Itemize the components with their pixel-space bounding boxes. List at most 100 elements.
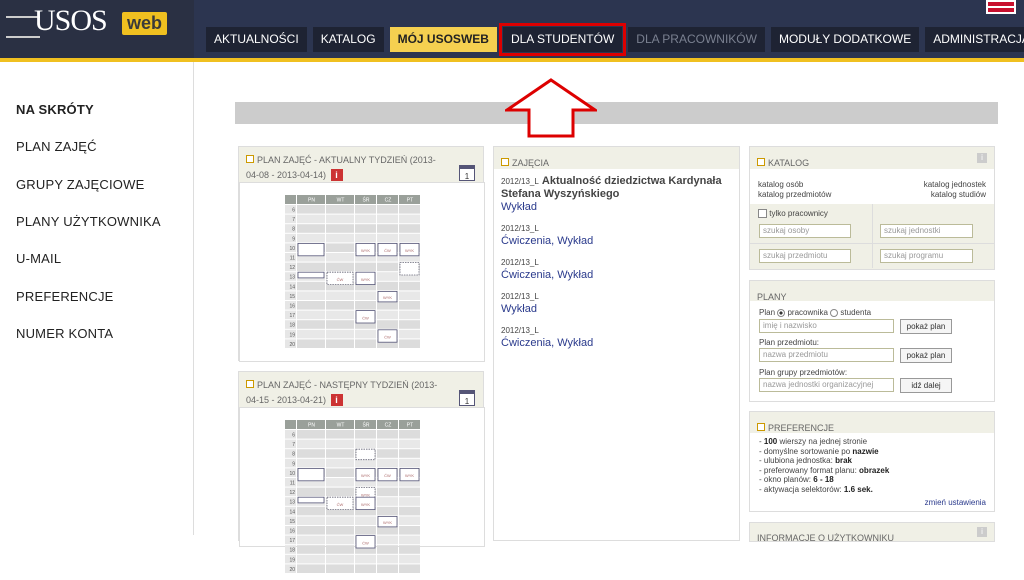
katalog-jednostek-link[interactable]: katalog jednostek bbox=[924, 180, 986, 190]
hour-label: 16 bbox=[289, 529, 295, 535]
day-label: PT bbox=[407, 423, 413, 429]
imie-nazwisko-input[interactable]: imię i nazwisko bbox=[759, 319, 894, 333]
studenta-radio[interactable] bbox=[830, 308, 839, 317]
preferencje-item: - domyślne sortowanie po nazwie bbox=[759, 446, 879, 456]
class-label: WYK bbox=[361, 277, 370, 282]
szukaj-jednostki-input[interactable]: szukaj jednostki bbox=[880, 224, 973, 238]
day-label: PN bbox=[308, 198, 315, 204]
zajecia-item: 2012/13_L Ćwiczenia, Wykład bbox=[501, 222, 733, 248]
tylko-pracownicy-checkbox[interactable] bbox=[758, 209, 767, 219]
katalog-przedmiotow-link[interactable]: katalog przedmiotów bbox=[758, 190, 831, 200]
hour-label: 18 bbox=[289, 548, 295, 554]
hour-label: 19 bbox=[289, 332, 295, 338]
pokaz-plan-button[interactable]: pokaż plan bbox=[900, 348, 952, 363]
class-label: ĆW bbox=[362, 540, 369, 545]
tab-moduly-dodatkowe[interactable]: MODUŁY DODATKOWE bbox=[770, 27, 920, 52]
katalog-studiow-link[interactable]: katalog studiów bbox=[924, 190, 986, 200]
sidebar-item-preferencje[interactable]: PREFERENCJE bbox=[16, 289, 114, 304]
tab-moj-usosweb[interactable]: MÓJ USOSWEB bbox=[389, 27, 497, 52]
class-label: ĆW bbox=[384, 473, 391, 478]
tylko-pracownicy-label: tylko pracownicy bbox=[769, 209, 828, 218]
schedule-grid[interactable]: PN WT ŚR CZ PT 6 7 8 9 10 11 12 13 14 15 16 17 18 19 20 WYK Ć… bbox=[285, 420, 443, 580]
box-icon bbox=[757, 157, 765, 166]
schedule-grid[interactable]: PN WT ŚR CZ PT 6 7 8 9 10 11 12 13 14 15 16 17 18 19 20 WYK Ć… bbox=[285, 195, 443, 355]
szukaj-osoby-input[interactable]: szukaj osoby bbox=[759, 224, 851, 238]
hour-label: 12 bbox=[289, 265, 295, 271]
info-icon[interactable]: i bbox=[977, 527, 987, 537]
logo-text: USOS bbox=[34, 4, 108, 37]
preferencje-item: - ulubiona jednostka: brak bbox=[759, 456, 852, 465]
course-links[interactable]: Wykład bbox=[501, 201, 733, 214]
info-icon[interactable]: i bbox=[977, 153, 987, 163]
day-label: PN bbox=[308, 423, 315, 429]
zajecia-item: 2012/13_L Ćwiczenia, Wykład bbox=[501, 256, 733, 282]
sidebar-item-u-mail[interactable]: U-MAIL bbox=[16, 251, 61, 266]
day-label: CZ bbox=[385, 423, 392, 429]
class-label: ĆW bbox=[384, 335, 391, 340]
hour-label: 19 bbox=[289, 557, 295, 563]
sidebar-item-plany-uzytkownika[interactable]: PLANY UŻYTKOWNIKA bbox=[16, 214, 161, 229]
sidebar-item-na-skroty[interactable]: NA SKRÓTY bbox=[16, 102, 94, 117]
katalog-osob-link[interactable]: katalog osób bbox=[758, 180, 831, 190]
nazwa-przedmiotu-input[interactable]: nazwa przedmiotu bbox=[759, 348, 894, 362]
sidebar-item-numer-konta[interactable]: NUMER KONTA bbox=[16, 326, 113, 341]
main-nav: AKTUALNOŚCI KATALOG MÓJ USOSWEB DLA STUD… bbox=[206, 23, 1024, 56]
tab-administracja[interactable]: ADMINISTRACJA bbox=[925, 27, 1024, 52]
calendar-icon[interactable]: 1 bbox=[459, 390, 475, 406]
plan-current-week-panel: PLAN ZAJĘĆ - AKTUALNY TYDZIEŃ (2013-04-0… bbox=[238, 146, 485, 362]
class-label: WYK bbox=[361, 473, 370, 478]
term-label: 2012/13_L bbox=[501, 224, 539, 233]
szukaj-przedmiotu-input[interactable]: szukaj przedmiotu bbox=[759, 249, 851, 263]
tab-aktualnosci[interactable]: AKTUALNOŚCI bbox=[206, 27, 307, 52]
class-label: WYK bbox=[405, 248, 414, 253]
usosweb-logo[interactable]: USOS web bbox=[0, 0, 194, 58]
day-label: ŚR bbox=[363, 421, 370, 429]
tab-katalog[interactable]: KATALOG bbox=[312, 27, 384, 52]
hour-label: 20 bbox=[289, 567, 295, 573]
term-label: 2012/13_L bbox=[501, 177, 539, 186]
pokaz-plan-button[interactable]: pokaż plan bbox=[900, 319, 952, 334]
zajecia-item: 2012/13_L Aktualność dziedzictwa Kardyna… bbox=[501, 175, 733, 214]
hour-label: 15 bbox=[289, 294, 295, 300]
plan-przedmiotu-label: Plan przedmiotu: bbox=[759, 338, 820, 347]
english-flag-icon[interactable] bbox=[986, 0, 1016, 14]
hour-label: 13 bbox=[289, 500, 295, 506]
hour-label: 10 bbox=[289, 471, 295, 477]
info-icon[interactable]: i bbox=[330, 169, 343, 181]
hour-label: 8 bbox=[292, 452, 295, 458]
class-label: ĆW bbox=[362, 315, 369, 320]
studenta-label: studenta bbox=[840, 308, 872, 317]
zmien-ustawienia-link[interactable]: zmień ustawienia bbox=[925, 498, 986, 507]
zajecia-item: 2012/13_L Ćwiczenia, Wykład bbox=[501, 324, 733, 350]
sidebar-item-grupy-zajeciowe[interactable]: GRUPY ZAJĘCIOWE bbox=[16, 177, 144, 192]
course-links[interactable]: Wykład bbox=[501, 303, 733, 316]
zajecia-item: 2012/13_L Wykład bbox=[501, 290, 733, 316]
class-label: WYK bbox=[361, 248, 370, 253]
day-label: ŚR bbox=[363, 196, 370, 204]
class-label: ĆW bbox=[337, 502, 344, 507]
tab-dla-studentow[interactable]: DLA STUDENTÓW bbox=[498, 23, 627, 56]
idz-dalej-button[interactable]: idź dalej bbox=[900, 378, 952, 393]
hour-label: 18 bbox=[289, 323, 295, 329]
box-icon bbox=[246, 154, 254, 163]
sidebar-item-plan-zajec[interactable]: PLAN ZAJĘĆ bbox=[16, 139, 97, 154]
calendar-icon[interactable]: 1 bbox=[459, 165, 475, 181]
info-icon[interactable]: i bbox=[330, 394, 343, 406]
term-label: 2012/13_L bbox=[501, 326, 539, 335]
szukaj-programu-input[interactable]: szukaj programu bbox=[880, 249, 973, 263]
plan-grupy-label: Plan grupy przedmiotów: bbox=[759, 368, 848, 377]
day-label: PT bbox=[407, 198, 413, 204]
katalog-title: KATALOG bbox=[768, 158, 810, 168]
class-label: WYK bbox=[361, 492, 370, 497]
preferencje-title: PREFERENCJE bbox=[768, 423, 835, 433]
nazwa-jednostki-input[interactable]: nazwa jednostki organizacyjnej bbox=[759, 378, 894, 392]
course-links[interactable]: Ćwiczenia, Wykład bbox=[501, 269, 733, 282]
informacje-panel: INFORMACJE O UŻYTKOWNIKU i bbox=[749, 522, 995, 543]
pracownika-radio[interactable] bbox=[777, 308, 786, 317]
hour-label: 8 bbox=[292, 227, 295, 233]
plan-next-body: PN WT ŚR CZ PT 6 7 8 9 10 11 12 13 14 15 16 17 18 19 20 WYK Ć… bbox=[239, 407, 485, 573]
course-links[interactable]: Ćwiczenia, Wykład bbox=[501, 337, 733, 350]
course-links[interactable]: Ćwiczenia, Wykład bbox=[501, 235, 733, 248]
class-label: WYK bbox=[361, 502, 370, 507]
hour-label: 16 bbox=[289, 304, 295, 310]
